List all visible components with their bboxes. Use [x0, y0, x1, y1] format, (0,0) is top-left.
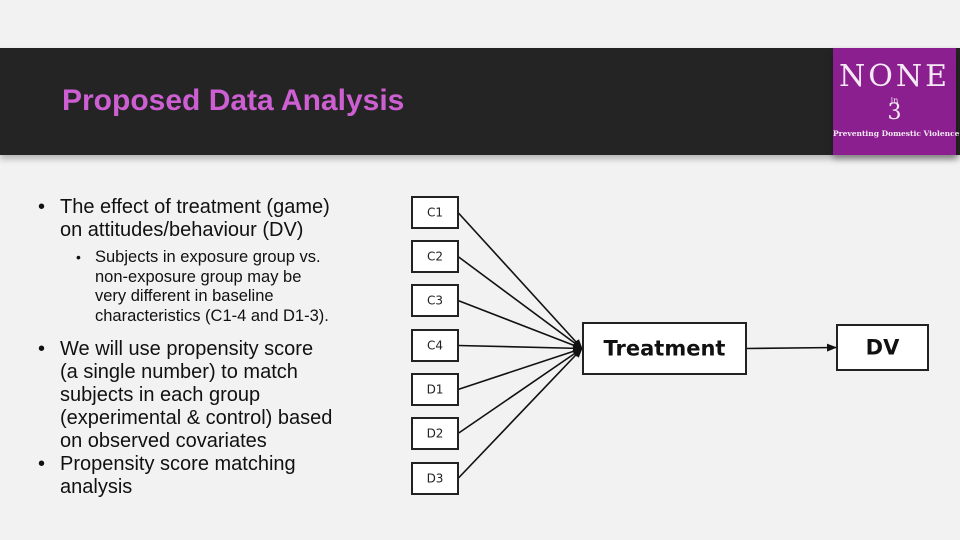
- node-label: D2: [427, 427, 444, 441]
- node-label: C3: [427, 294, 443, 308]
- node-d3: D3: [411, 462, 459, 495]
- edge-treatment-to-dv: [745, 343, 837, 352]
- node-label: C4: [427, 339, 443, 353]
- node-c4: C4: [411, 329, 459, 362]
- node-d1: D1: [411, 373, 459, 406]
- edge-c4-to-treatment: [457, 344, 583, 353]
- node-c3: C3: [411, 284, 459, 317]
- node-label: C1: [427, 206, 443, 220]
- edge-c3-to-treatment: [457, 299, 583, 350]
- edge-c1-to-treatment: [457, 211, 583, 350]
- edge-d3-to-treatment: [457, 347, 583, 480]
- node-d2: D2: [411, 417, 459, 450]
- node-label: DV: [866, 336, 900, 360]
- node-label: D3: [427, 472, 444, 486]
- node-label: Treatment: [604, 337, 726, 361]
- edge-d2-to-treatment: [457, 347, 583, 435]
- node-label: D1: [427, 383, 444, 397]
- node-dv: DV: [836, 324, 929, 371]
- edge-c2-to-treatment: [457, 255, 583, 350]
- node-label: C2: [427, 250, 443, 264]
- node-treatment: Treatment: [582, 322, 747, 375]
- node-c2: C2: [411, 240, 459, 273]
- propensity-diagram: C1 C2 C3 C4 D1 D2 D3 Treatment DV: [411, 196, 929, 495]
- node-c1: C1: [411, 196, 459, 229]
